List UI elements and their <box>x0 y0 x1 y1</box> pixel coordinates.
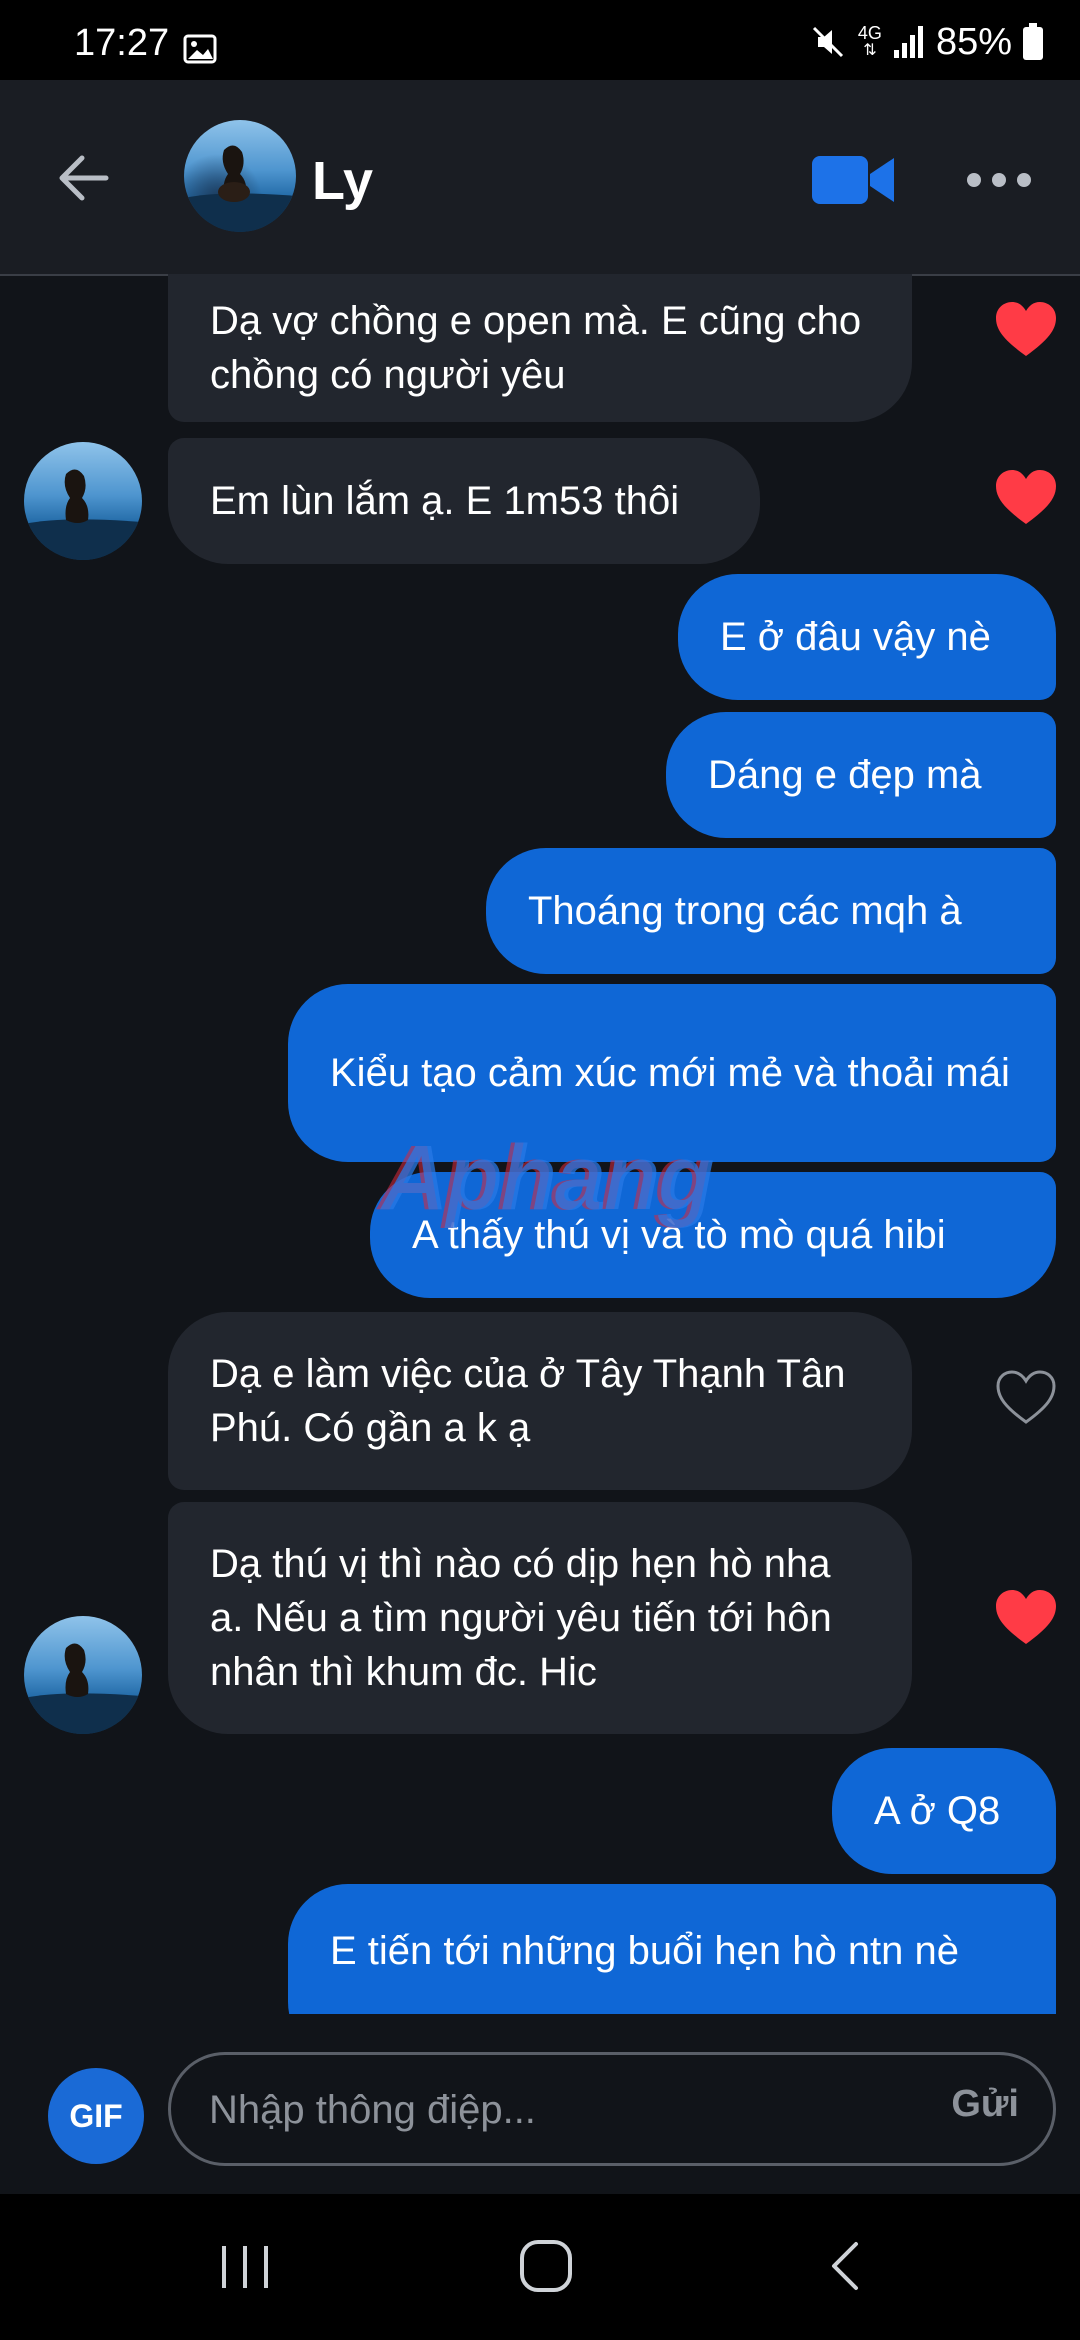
message-bubble-outgoing[interactable]: E tiến tới những buổi hẹn hò ntn nè <box>288 1884 1056 2014</box>
message-bubble-outgoing[interactable]: A ở Q8 <box>832 1748 1056 1874</box>
message-bubble-outgoing[interactable]: Dáng e đẹp mà <box>666 712 1056 838</box>
heart-unliked-icon[interactable] <box>994 1368 1058 1426</box>
status-bar: 17:27 4G ⇅ 85% <box>0 0 1080 80</box>
message-bubble-incoming[interactable]: Em lùn lắm ạ. E 1m53 thôi <box>168 438 760 564</box>
avatar-photo <box>24 469 142 560</box>
heart-liked-icon[interactable] <box>994 300 1058 358</box>
video-call-icon[interactable] <box>810 150 896 210</box>
more-options-icon[interactable] <box>964 160 1034 200</box>
heart-liked-icon[interactable] <box>994 1588 1058 1646</box>
message-bubble-incoming[interactable]: Dạ thú vị thì nào có dịp hẹn hò nha a. N… <box>168 1502 912 1734</box>
message-bubble-incoming[interactable]: Dạ e làm việc của ở Tây Thạnh Tân Phú. C… <box>168 1312 912 1490</box>
composer-bar: GIF Gửi <box>0 2014 1080 2194</box>
system-nav-bar <box>0 2194 1080 2340</box>
signal-icon <box>893 26 923 58</box>
message-input[interactable] <box>207 2055 811 2165</box>
message-bubble-incoming[interactable]: Dạ vợ chồng e open mà. E cũng cho chồng … <box>168 274 912 422</box>
recent-apps-icon[interactable] <box>218 2242 272 2292</box>
message-bubble-outgoing[interactable]: Thoáng trong các mqh à <box>486 848 1056 974</box>
status-time: 17:27 <box>74 22 170 64</box>
message-bubble-outgoing[interactable]: E ở đâu vậy nè <box>678 574 1056 700</box>
status-icons: 4G ⇅ 85% <box>808 20 1044 64</box>
gif-button[interactable]: GIF <box>48 2068 144 2164</box>
back-nav-icon[interactable] <box>826 2238 866 2294</box>
sender-avatar[interactable] <box>24 442 142 560</box>
send-button[interactable]: Gửi <box>951 2083 1019 2126</box>
network-type-icon: 4G ⇅ <box>857 23 882 59</box>
back-arrow-icon[interactable] <box>52 146 116 210</box>
home-icon[interactable] <box>518 2238 574 2294</box>
chat-header: Ly <box>0 80 1080 276</box>
battery-icon <box>1023 23 1043 60</box>
battery-percent: 85% <box>935 20 1012 63</box>
contact-avatar[interactable] <box>184 120 296 232</box>
contact-name[interactable]: Ly <box>312 150 373 212</box>
message-list[interactable]: Dạ vợ chồng e open mà. E cũng cho chồng … <box>0 274 1080 2014</box>
watermark-logo: Aphang <box>382 1127 714 1229</box>
sender-avatar[interactable] <box>24 1616 142 1734</box>
mute-icon <box>812 26 843 58</box>
avatar-photo <box>184 145 296 232</box>
avatar-photo <box>24 1643 142 1734</box>
heart-liked-icon[interactable] <box>994 468 1058 526</box>
message-field[interactable]: Gửi <box>168 2052 1056 2166</box>
gallery-notification-icon <box>183 34 217 64</box>
